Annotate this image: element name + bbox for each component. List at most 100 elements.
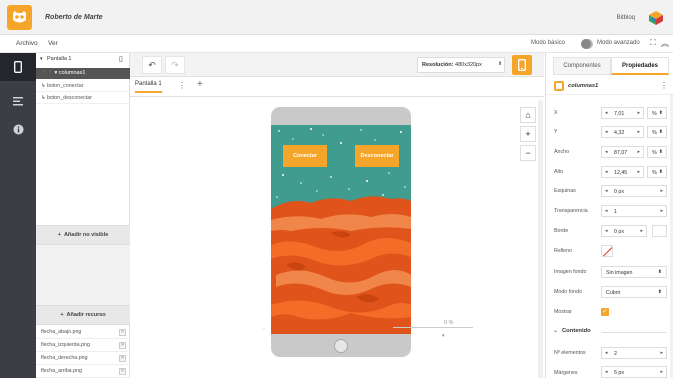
app-window: Roberto de Marte Bitbloq Archivo Ver Mod… (0, 0, 673, 378)
resource-checkbox[interactable]: ✕ (119, 368, 126, 375)
top-bar: Roberto de Marte Bitbloq (0, 0, 673, 35)
fullscreen-icon[interactable]: ⛶ (650, 38, 656, 48)
fill-color-swatch[interactable] (601, 245, 613, 257)
code-icon[interactable] (0, 87, 36, 115)
resource-item[interactable]: flecha_abajo.png ✕ (36, 326, 130, 339)
arrow-right-icon[interactable]: ▸ (660, 188, 663, 194)
menu-file[interactable]: Archivo (16, 40, 38, 47)
resource-checkbox[interactable]: ✕ (119, 329, 126, 336)
canvas-scrollbar[interactable] (538, 100, 543, 378)
border-color-swatch[interactable] (652, 225, 667, 237)
margins-value: 5 px (614, 369, 625, 376)
x-unit-select[interactable]: % ⬍ (647, 107, 667, 119)
add-screen-button[interactable]: + (197, 79, 203, 90)
prop-label-x: X (554, 110, 558, 116)
resize-handle-icon[interactable]: ▾ (442, 333, 445, 339)
redo-icon[interactable]: ↷ (165, 56, 185, 74)
zoom-in-button[interactable]: + (520, 126, 536, 142)
project-name[interactable]: Roberto de Marte (45, 14, 103, 21)
width-unit: % (652, 149, 657, 156)
child-node-icon: ↳ (41, 95, 46, 101)
more-options-icon[interactable]: ⋮ (660, 81, 668, 90)
tab-properties[interactable]: Propiedades (611, 57, 669, 75)
prop-label-y: Y (554, 129, 558, 135)
corners-stepper[interactable]: ◂ 0 px ▸ (601, 185, 667, 197)
prop-label-show: Mostrar (554, 309, 572, 315)
height-value: 12,45 (614, 169, 628, 176)
connect-button[interactable]: Conectar (283, 145, 327, 167)
undo-icon[interactable]: ↶ (142, 56, 162, 74)
elements-stepper[interactable]: ◂ 2 ▸ (601, 347, 667, 359)
arrow-left-icon[interactable]: ◂ (605, 110, 608, 116)
arrow-left-icon[interactable]: ◂ (605, 129, 608, 135)
tree-screen-label: Pantalla 1 (47, 56, 72, 62)
height-stepper[interactable]: ◂ 12,45 ▸ (601, 166, 644, 178)
arrow-left-icon[interactable]: ◂ (605, 149, 608, 155)
bg-image-select[interactable]: Sin imagen ⬍ (601, 266, 667, 278)
resolution-label: Resolución: (422, 62, 454, 68)
arrow-right-icon[interactable]: ▸ (660, 369, 663, 375)
resource-item[interactable]: flecha_izquierda.png ✕ (36, 339, 130, 352)
arrow-left-icon[interactable]: ◂ (605, 350, 608, 356)
zoom-out-button[interactable]: − (520, 145, 536, 161)
info-icon[interactable] (0, 115, 36, 143)
show-checkbox[interactable]: ✓ (601, 308, 609, 316)
arrow-left-icon[interactable]: ◂ (605, 208, 608, 214)
lock-icon[interactable]: ⌂ (520, 107, 536, 123)
add-invisible-button[interactable]: + Añadir no visible (36, 225, 130, 245)
height-unit-select[interactable]: % ⬍ (647, 166, 667, 178)
resource-item[interactable]: flecha_arriba.png ✕ (36, 365, 130, 378)
arrow-left-icon[interactable]: ◂ (605, 188, 608, 194)
tab-options-icon[interactable]: ⋮ (178, 81, 186, 90)
x-stepper[interactable]: ◂ 7,01 ▸ (601, 107, 644, 119)
resource-item[interactable]: flecha_derecha.png ✕ (36, 352, 130, 365)
resize-handle-icon[interactable]: ◦ (263, 326, 265, 332)
arrow-left-icon[interactable]: ◂ (605, 369, 608, 375)
tab-components[interactable]: Componentes (553, 57, 611, 75)
arrow-right-icon[interactable]: ▸ (640, 228, 643, 234)
arrow-right-icon[interactable]: ▸ (637, 129, 640, 135)
y-stepper[interactable]: ◂ 4,32 ▸ (601, 126, 644, 138)
arrow-right-icon[interactable]: ▸ (637, 149, 640, 155)
add-resource-button[interactable]: + Añadir recurso (36, 305, 130, 325)
arrow-right-icon[interactable]: ▸ (660, 350, 663, 356)
bitbloq-logo-icon (648, 10, 664, 26)
collapse-icon[interactable]: ︽ (661, 38, 669, 49)
arrow-left-icon[interactable]: ◂ (605, 169, 608, 175)
content-section-header[interactable]: ⌄ Contenido (546, 324, 673, 340)
bg-mode-select[interactable]: Cubrir ⬍ (601, 286, 667, 298)
arrow-right-icon[interactable]: ▸ (637, 110, 640, 116)
plus-icon: + (60, 312, 64, 318)
owl-icon[interactable] (7, 5, 32, 30)
child-node-icon: ↳ (41, 83, 46, 89)
border-stepper[interactable]: ◂ 0 px ▸ (601, 225, 647, 237)
menu-view[interactable]: Ver (48, 40, 58, 47)
width-stepper[interactable]: ◂ 87,07 ▸ (601, 146, 644, 158)
side-rail (0, 53, 36, 378)
y-unit-select[interactable]: % ⬍ (647, 126, 667, 138)
resource-checkbox[interactable]: ✕ (119, 355, 126, 362)
tree-node-selected[interactable]: ⋮⋮ ▾ columnas1 (36, 68, 130, 79)
height-unit: % (652, 169, 657, 176)
margins-stepper[interactable]: ◂ 5 px ▸ (601, 366, 667, 378)
x-unit: % (652, 110, 657, 117)
width-unit-select[interactable]: % ⬍ (647, 146, 667, 158)
tree-header[interactable]: ▾ Pantalla 1 ▯ (36, 53, 130, 67)
component-tree-panel: ▾ Pantalla 1 ▯ ⋮⋮ ▾ columnas1 ↳ boton_co… (36, 53, 130, 378)
arrow-right-icon[interactable]: ▸ (660, 208, 663, 214)
resolution-select[interactable]: Resolución: 480x320px (417, 57, 505, 73)
rotate-phone-icon[interactable] (512, 55, 532, 75)
tab-screen-1[interactable]: Pantalla 1 (135, 81, 162, 93)
arrow-left-icon[interactable]: ◂ (605, 228, 608, 234)
tree-node[interactable]: ↳ boton_conectar (36, 81, 130, 92)
arrow-right-icon[interactable]: ▸ (637, 169, 640, 175)
disconnect-button[interactable]: Desconectar (355, 145, 399, 167)
y-unit: % (652, 129, 657, 136)
content-section-label: Contenido (562, 328, 591, 334)
phone-icon[interactable] (0, 53, 36, 81)
mode-toggle[interactable] (581, 39, 593, 49)
tree-node[interactable]: ↳ boton_desconectar (36, 93, 130, 104)
props-tabs: Componentes Propiedades (546, 57, 673, 75)
resource-checkbox[interactable]: ✕ (119, 342, 126, 349)
transparency-stepper[interactable]: ◂ 1 ▸ (601, 205, 667, 217)
